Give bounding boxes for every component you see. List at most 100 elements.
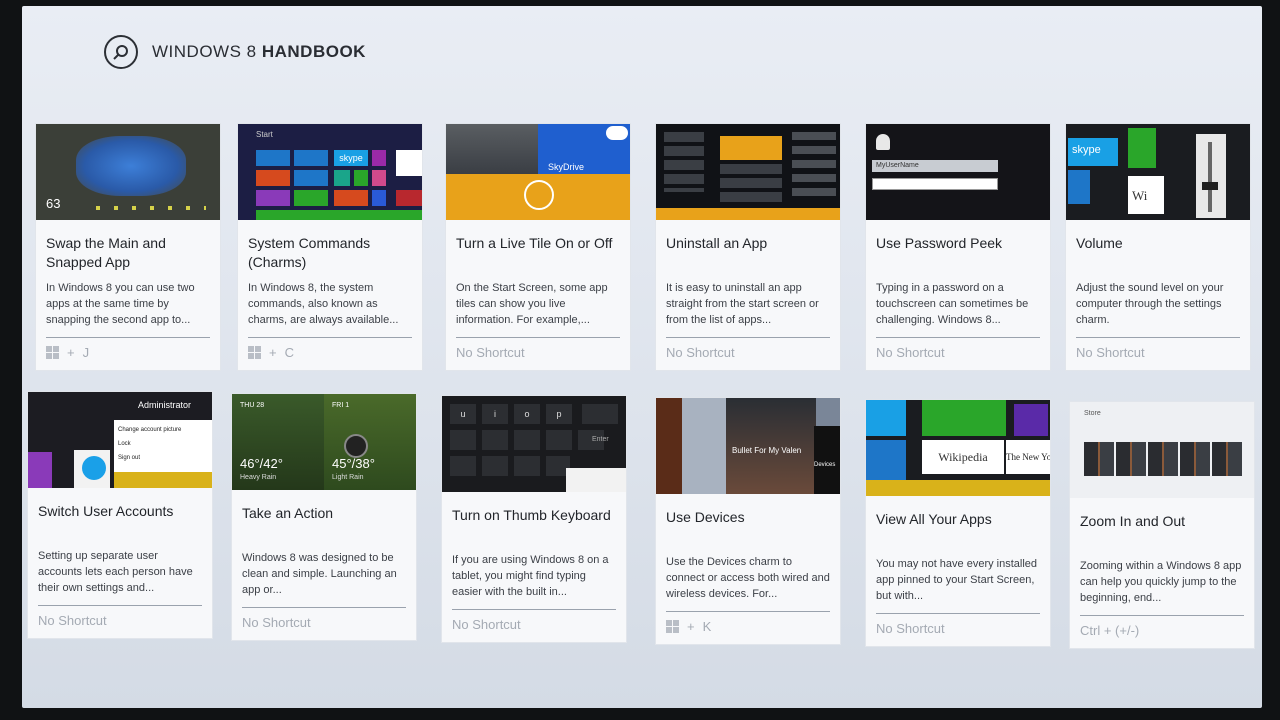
skype-tile: skype	[334, 150, 368, 166]
divider	[666, 611, 830, 612]
divider	[1076, 337, 1240, 338]
tile-volume[interactable]: skype Wi Volume Adjust the sound level o…	[1066, 124, 1250, 370]
tile-thumbnail: THU 28 FRI 1 46°/42° 45°/38° Heavy Rain …	[232, 394, 416, 490]
menu-item[interactable]: Sign out	[118, 451, 208, 465]
divider	[876, 613, 1040, 614]
plus-sign: +	[687, 619, 695, 634]
tile-title: Switch User Accounts	[38, 503, 174, 519]
tile-thumbnail: Store	[1070, 402, 1254, 498]
tile-description: If you are using Windows 8 on a tablet, …	[452, 554, 609, 598]
tile-live-tile[interactable]: SkyDrive Turn a Live Tile On or Off On t…	[446, 124, 630, 370]
weather-desc-2: Light Rain	[332, 474, 364, 481]
tile-shortcut: No Shortcut	[666, 345, 735, 360]
tile-shortcut: + C	[248, 345, 294, 360]
user-icon	[876, 134, 890, 150]
divider	[1080, 615, 1244, 616]
tile-title: Turn on Thumb Keyboard	[452, 507, 611, 523]
store-label: Store	[1084, 410, 1101, 417]
weather-day-1: THU 28	[240, 402, 265, 409]
start-label: Start	[256, 130, 273, 139]
tile-title: Use Password Peek	[876, 235, 1003, 251]
weather-temp-1: 46°/42°	[240, 456, 283, 471]
tile-thumb-keyboard[interactable]: u i o p Enter Turn on Thumb Keyboard If …	[442, 396, 626, 642]
app-window: WINDOWS 8 HANDBOOK 63 Swap the Main and …	[22, 6, 1262, 708]
divider	[456, 337, 620, 338]
divider	[242, 607, 406, 608]
divider	[452, 609, 616, 610]
tile-view-all-apps[interactable]: Wikipedia The New Yo View All Your Apps …	[866, 400, 1050, 646]
key-o: o	[514, 404, 540, 424]
tile-take-action[interactable]: THU 28 FRI 1 46°/42° 45°/38° Heavy Rain …	[232, 394, 416, 640]
tile-title: Use Devices	[666, 509, 745, 525]
tile-thumbnail: skype Wi	[1066, 124, 1250, 220]
tile-thumbnail: u i o p Enter	[442, 396, 626, 492]
divider	[248, 337, 412, 338]
tile-switch-user[interactable]: Administrator Change account picture Loc…	[28, 392, 212, 638]
tile-description: Adjust the sound level on your computer …	[1076, 282, 1224, 326]
tile-thumbnail	[656, 124, 840, 220]
weather-temp-2: 45°/38°	[332, 456, 375, 471]
tile-description: Typing in a password on a touchscreen ca…	[876, 282, 1029, 326]
tile-description: In Windows 8 you can use two apps at the…	[46, 282, 195, 326]
tile-description: You may not have every installed app pin…	[876, 558, 1038, 602]
key-i: i	[482, 404, 508, 424]
tile-thumbnail: Wikipedia The New Yo	[866, 400, 1050, 496]
tile-shortcut: No Shortcut	[452, 617, 521, 632]
app-header: WINDOWS 8 HANDBOOK	[104, 32, 366, 72]
refresh-icon	[524, 180, 554, 210]
tile-description: Use the Devices charm to connect or acce…	[666, 556, 830, 600]
key-u: u	[450, 404, 476, 424]
skype-tile: skype	[1068, 138, 1118, 166]
shortcut-key: C	[284, 345, 294, 360]
tile-zoom[interactable]: Store Zoom In and Out Zooming within a W…	[1070, 402, 1254, 648]
enter-key: Enter	[592, 436, 609, 443]
action-circle-icon	[344, 434, 368, 458]
tile-shortcut: No Shortcut	[242, 615, 311, 630]
tile-swap-apps[interactable]: 63 Swap the Main and Snapped App In Wind…	[36, 124, 220, 370]
tile-use-devices[interactable]: Bullet For My Valen Devices Use Devices …	[656, 398, 840, 644]
admin-label: Administrator	[138, 400, 192, 410]
tile-title: Swap the Main and Snapped App	[46, 235, 166, 270]
weather-desc-1: Heavy Rain	[240, 474, 277, 481]
plus-sign: +	[269, 345, 277, 360]
tile-shortcut: No Shortcut	[1076, 345, 1145, 360]
tile-password-peek[interactable]: MyUserName Use Password Peek Typing in a…	[866, 124, 1050, 370]
key-p: p	[546, 404, 572, 424]
tile-description: Windows 8 was designed to be clean and s…	[242, 552, 397, 596]
tile-thumbnail: SkyDrive	[446, 124, 630, 220]
menu-item[interactable]: Change account picture	[118, 423, 208, 437]
movie-title: Bullet For My Valen	[732, 446, 802, 455]
backspace-key-icon	[582, 404, 618, 424]
tile-thumbnail: MyUserName	[866, 124, 1050, 220]
wikipedia-tile: Wikipedia	[922, 440, 1004, 474]
tile-description: Zooming within a Windows 8 app can help …	[1080, 560, 1242, 604]
tile-title: Uninstall an App	[666, 235, 768, 251]
tile-description: Setting up separate user accounts lets e…	[38, 550, 193, 594]
tile-thumbnail: Bullet For My Valen Devices	[656, 398, 840, 494]
tile-uninstall-app[interactable]: Uninstall an App It is easy to uninstall…	[656, 124, 840, 370]
tile-thumbnail: 63	[36, 124, 220, 220]
wikipedia-tile: Wi	[1128, 176, 1164, 214]
divider	[46, 337, 210, 338]
tile-title: Turn a Live Tile On or Off	[456, 235, 613, 251]
tile-shortcut: No Shortcut	[876, 345, 945, 360]
search-button[interactable]	[104, 35, 138, 69]
menu-item[interactable]: Lock	[118, 437, 208, 451]
devices-charm[interactable]	[814, 426, 840, 494]
windows-key-icon	[248, 346, 261, 359]
tile-shortcut: No Shortcut	[456, 345, 525, 360]
weather-day-2: FRI 1	[332, 402, 350, 409]
divider	[876, 337, 1040, 338]
tile-title: Zoom In and Out	[1080, 513, 1186, 529]
title-light: WINDOWS 8	[152, 42, 257, 61]
tile-thumbnail: Administrator Change account picture Loc…	[28, 392, 212, 488]
tile-title: View All Your Apps	[876, 511, 992, 527]
windows-key-icon	[666, 620, 679, 633]
divider	[666, 337, 830, 338]
tile-thumbnail: Start skype	[238, 124, 422, 220]
tile-description: In Windows 8, the system commands, also …	[248, 282, 399, 326]
tile-shortcut: No Shortcut	[38, 613, 107, 628]
tile-title: Take an Action	[242, 505, 334, 521]
tile-system-commands[interactable]: Start skype System Commands (Charms) In …	[238, 124, 422, 370]
search-icon	[113, 45, 128, 60]
